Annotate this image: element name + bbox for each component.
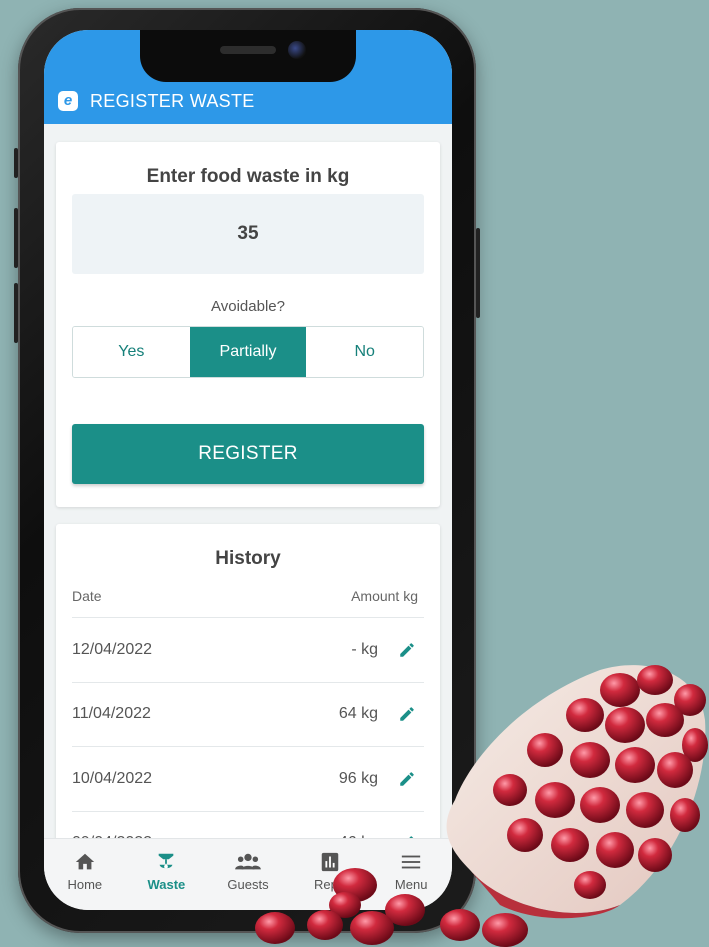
silent-switch (14, 148, 18, 178)
amount-column-header: Amount kg (351, 588, 418, 604)
people-icon (235, 853, 261, 870)
nav-guests[interactable]: Guests (207, 839, 289, 910)
bottom-navigation: Home Waste Guests Repo Menu (44, 838, 452, 910)
waste-kg-input[interactable] (72, 194, 424, 274)
date-column-header: Date (72, 588, 102, 604)
nav-waste-label: Waste (147, 877, 186, 892)
history-title: History (215, 548, 281, 569)
row-amount: 96 kg (338, 769, 378, 787)
pencil-edit-icon[interactable] (398, 705, 416, 723)
home-icon (75, 853, 94, 870)
waste-input-label: Enter food waste in kg (146, 166, 350, 187)
page-title: REGISTER WASTE (90, 91, 255, 111)
nav-menu-label: Menu (394, 877, 428, 892)
speaker (220, 46, 276, 54)
front-camera (288, 41, 306, 59)
history-card: History Date Amount kg 12/04/2022 - kg 1… (56, 524, 440, 876)
app-logo-icon: e (58, 91, 78, 111)
avoidable-partially-option[interactable]: Partially (189, 327, 307, 377)
scale-icon (159, 853, 174, 869)
history-table-header: Date Amount kg (72, 588, 424, 618)
history-row: 10/04/2022 96 kg (72, 747, 424, 812)
row-date: 10/04/2022 (72, 769, 153, 787)
row-date: 12/04/2022 (72, 640, 153, 658)
register-card: Enter food waste in kg Avoidable? Yes Pa… (56, 142, 440, 507)
nav-home-label: Home (67, 877, 103, 892)
row-amount: 64 kg (338, 705, 378, 723)
history-row: 12/04/2022 - kg (72, 618, 424, 683)
nav-menu[interactable]: Menu (370, 839, 452, 910)
avoidable-yes-option[interactable]: Yes (73, 327, 190, 377)
nav-reports-label: Repo (314, 877, 346, 892)
report-chart-icon (321, 852, 338, 872)
notch (140, 30, 356, 82)
nav-guests-label: Guests (227, 877, 269, 892)
register-button[interactable]: REGISTER (72, 424, 424, 484)
phone-screen: e REGISTER WASTE Enter food waste in kg … (44, 30, 452, 910)
volume-down-button (14, 283, 18, 343)
nav-reports[interactable]: Repo (289, 839, 371, 910)
power-button (476, 228, 480, 318)
volume-up-button (14, 208, 18, 268)
phone-frame: e REGISTER WASTE Enter food waste in kg … (14, 8, 480, 933)
menu-icon (402, 855, 421, 869)
row-date: 11/04/2022 (72, 705, 151, 723)
nav-waste[interactable]: Waste (126, 839, 208, 910)
pencil-edit-icon[interactable] (398, 641, 416, 659)
avoidable-no-option[interactable]: No (306, 327, 423, 377)
avoidable-label: Avoidable? (211, 298, 285, 315)
avoidable-segmented-control: Yes Partially No (72, 326, 424, 378)
nav-home[interactable]: Home (44, 839, 126, 910)
row-amount: - kg (351, 640, 378, 658)
history-row: 11/04/2022 64 kg (72, 683, 424, 747)
pencil-edit-icon[interactable] (398, 770, 416, 788)
